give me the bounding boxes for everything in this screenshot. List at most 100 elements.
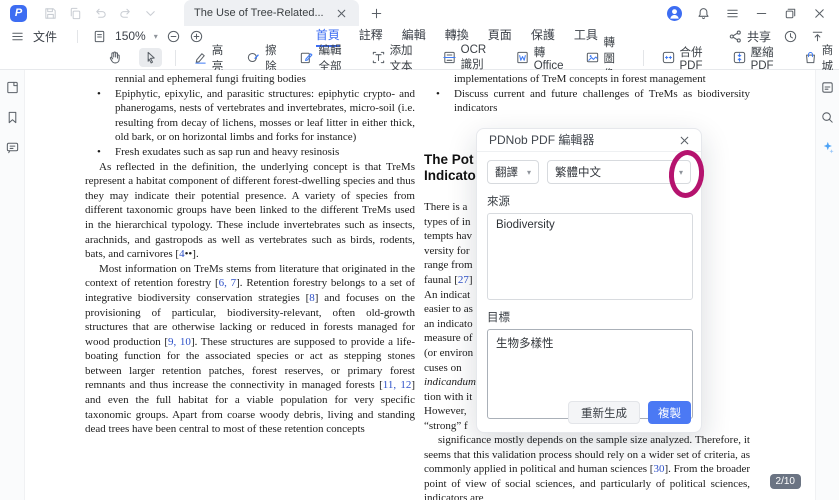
hamburger-menu-icon[interactable]: [725, 6, 740, 21]
document-line: implementations of TreM concepts in fore…: [454, 73, 706, 85]
toolbar-divider: [175, 49, 176, 66]
document-line: tion with it: [424, 390, 473, 403]
mode-select-value: 翻譯: [495, 167, 518, 179]
ocr-label: OCR識別: [460, 43, 487, 71]
edit-all-icon: [299, 50, 314, 65]
document-line: cuses on: [424, 361, 462, 374]
document-line: • Discuss current and future challenges o…: [436, 87, 750, 115]
compress-icon: [732, 50, 747, 65]
pdnob-translate-dialog: PDNob PDF 編輯器 翻譯 ▾ 繁體中文 ▾ 來源 Biodiversit…: [476, 128, 707, 433]
zoom-level[interactable]: 150%: [115, 29, 146, 43]
copy-icon[interactable]: [68, 6, 83, 21]
erase-label: 擦除: [265, 44, 277, 73]
document-line: There is a: [424, 201, 468, 213]
toolbar-divider: [642, 49, 644, 66]
language-select-value: 繁體中文: [555, 167, 601, 179]
page-indicator[interactable]: 2/10: [769, 474, 801, 489]
zoom-out-button[interactable]: [166, 29, 181, 44]
panel-icon[interactable]: [820, 80, 835, 95]
erase-icon: [246, 50, 261, 65]
source-label: 來源: [487, 196, 510, 208]
merge-pdf-label: 合併PDF: [679, 46, 703, 72]
dialog-close-icon[interactable]: [677, 133, 692, 148]
bookmark-icon[interactable]: [5, 110, 20, 125]
regenerate-button[interactable]: 重新生成: [568, 401, 640, 424]
document-line: easier to as: [424, 303, 473, 316]
compress-pdf-button[interactable]: 壓縮PDF: [728, 42, 786, 74]
pdf-editor-window: P The Use of Tree-Related... 文件 150% ▾ 首…: [0, 0, 839, 500]
sparkle-icon[interactable]: [820, 140, 835, 155]
ocr-button[interactable]: OCR識別: [438, 42, 498, 74]
office-icon: [515, 50, 530, 65]
document-line: (or environ: [424, 346, 474, 359]
ocr-icon: [442, 50, 457, 65]
zoom-caret-icon[interactable]: ▾: [154, 32, 158, 41]
notifications-bell-icon[interactable]: [696, 6, 711, 21]
document-line: However,: [424, 405, 467, 418]
edit-all-label: 編輯全部: [318, 44, 342, 73]
save-icon[interactable]: [43, 6, 58, 21]
cursor-icon: [143, 50, 158, 65]
mode-select[interactable]: 翻譯 ▾: [487, 160, 539, 184]
file-menu-icon[interactable]: [10, 29, 25, 44]
document-line: An indicat: [424, 288, 471, 301]
hand-icon: [107, 50, 122, 65]
close-window-button[interactable]: [812, 6, 827, 21]
document-line: Most information on TreMs stems from lit…: [85, 262, 416, 436]
new-tab-button[interactable]: [369, 6, 384, 21]
document-paragraph: significance mostly depends on the sampl…: [424, 434, 750, 500]
document-tab-title: The Use of Tree-Related...: [194, 7, 324, 19]
image-icon: [585, 50, 600, 65]
merge-pdf-button[interactable]: 合併PDF: [657, 42, 715, 74]
caret-down-icon[interactable]: [143, 6, 158, 21]
document-line: faunal [27]: [424, 273, 473, 286]
document-line: “strong” f: [424, 419, 468, 432]
add-text-icon: [371, 50, 386, 65]
document-line: range from: [424, 259, 473, 272]
target-label: 目標: [487, 312, 510, 324]
to-office-button[interactable]: 轉Office: [511, 42, 568, 74]
bullet-marker: •: [436, 87, 440, 100]
document-line: indicandum: [424, 376, 476, 389]
hand-tool-button[interactable]: [103, 48, 126, 67]
page-view-icon[interactable]: [92, 29, 107, 44]
file-menu[interactable]: 文件: [33, 28, 57, 45]
redo-icon[interactable]: [118, 6, 133, 21]
comment-icon[interactable]: [5, 140, 20, 155]
highlight-icon: [193, 50, 208, 65]
highlight-label: 高亮: [211, 44, 224, 73]
undo-icon[interactable]: [93, 6, 108, 21]
compress-pdf-label: 壓縮PDF: [750, 46, 774, 72]
restore-button[interactable]: [783, 6, 798, 21]
bullet-marker: •: [97, 87, 101, 100]
tab-close-icon[interactable]: [334, 6, 349, 21]
document-line: rennial and ephemeral fungi fruiting bod…: [115, 73, 306, 85]
app-logo: P: [10, 4, 27, 22]
section-heading: The Pot Indicato: [424, 152, 476, 183]
titlebar: P The Use of Tree-Related...: [0, 0, 839, 26]
to-office-label: 轉Office: [533, 46, 564, 72]
copy-button[interactable]: 複製: [648, 401, 691, 424]
merge-icon: [661, 50, 676, 65]
search-icon[interactable]: [820, 110, 835, 125]
document-left-column: rennial and ephemeral fungi fruiting bod…: [85, 72, 415, 437]
store-icon: [803, 50, 818, 65]
toolbar: 高亮擦除編輯全部添加文本OCR識別轉Office轉圖像合併PDF壓縮PDF商城: [0, 37, 839, 81]
document-right-column: implementations of TreM concepts in fore…: [424, 72, 750, 500]
document-line: types of in: [424, 215, 471, 228]
document-line: versity for: [424, 244, 470, 257]
thumbnails-icon[interactable]: [5, 80, 20, 95]
document-line: • Fresh exudates such as sap run and heav…: [97, 145, 340, 158]
cloud-sync-icon[interactable]: [783, 29, 798, 44]
document-tab[interactable]: The Use of Tree-Related...: [184, 0, 359, 26]
add-text-label: 添加文本: [389, 44, 413, 73]
user-avatar[interactable]: [667, 5, 682, 21]
document-line: measure of: [424, 332, 473, 345]
document-line: • Epiphytic, epixylic, and parasitic stru…: [97, 87, 415, 144]
minimize-button[interactable]: [754, 6, 769, 21]
dialog-title: PDNob PDF 編輯器: [477, 129, 701, 152]
source-textarea[interactable]: Biodiversity: [487, 213, 693, 300]
document-line: As reflected in the definition, the unde…: [85, 160, 415, 261]
select-tool-button[interactable]: [139, 48, 162, 67]
document-line: an indicato: [424, 317, 473, 330]
